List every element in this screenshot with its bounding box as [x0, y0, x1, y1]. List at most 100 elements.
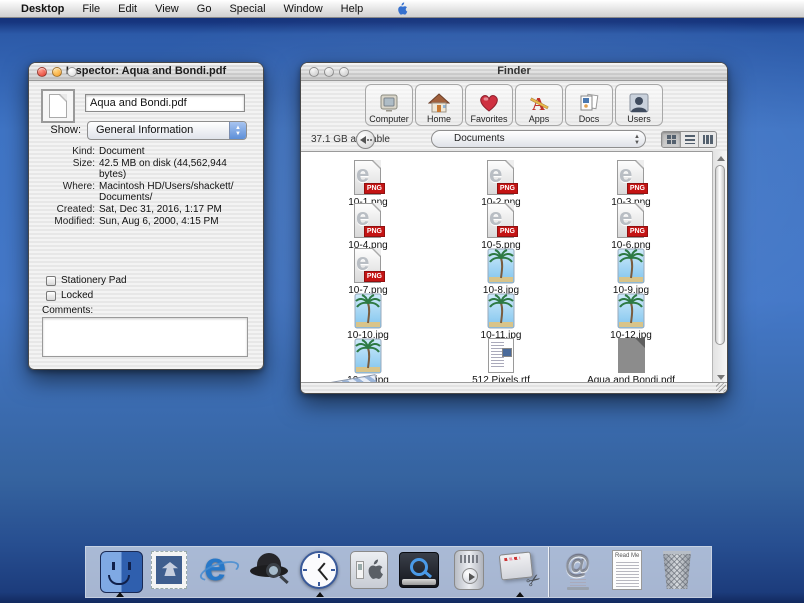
menu-go[interactable]: Go [188, 0, 221, 18]
checkbox-icon[interactable] [46, 291, 56, 301]
apple-menu-icon[interactable] [394, 2, 408, 16]
file-item[interactable]: Aqua and Bondi.pdf [576, 338, 686, 385]
dock-item-clock[interactable] [298, 547, 341, 597]
file-item[interactable]: ePNG 10-2.png [446, 160, 556, 208]
menu-help[interactable]: Help [332, 0, 373, 18]
toolbar-docs-button[interactable]: Docs [565, 84, 613, 126]
dock-item-sherlock[interactable] [248, 547, 291, 597]
column-view-button[interactable] [698, 132, 716, 147]
info-value: Macintosh HD/Users/shackett/ Documents/ [99, 181, 249, 203]
back-button[interactable] [356, 130, 375, 149]
close-button[interactable] [37, 67, 47, 77]
jpeg-palm-file-icon [350, 293, 386, 329]
dock-item-mail[interactable] [148, 547, 191, 597]
dock-item-finder[interactable] [98, 547, 141, 597]
home-icon [428, 93, 450, 113]
icon-view-button[interactable] [662, 132, 680, 147]
menu-file[interactable]: File [73, 0, 109, 18]
dock-item-trash[interactable] [656, 547, 699, 597]
window-controls [37, 67, 77, 77]
minimize-button[interactable] [52, 67, 62, 77]
info-section: Kind:Document Size:42.5 MB on disk (44,5… [29, 146, 263, 228]
dock-item-grab[interactable]: ✂ [498, 547, 541, 597]
info-value: Document [99, 146, 249, 157]
toolbar-computer-button[interactable]: Computer [365, 84, 413, 126]
file-item[interactable]: ePNG 10-3.png [576, 160, 686, 208]
docs-icon [578, 93, 600, 113]
running-indicator [516, 592, 524, 597]
toolbar-button-label: Computer [369, 114, 409, 124]
desktop: { "menu_bar": { "items": ["Desktop", "Fi… [0, 0, 804, 603]
info-label: Where: [29, 181, 99, 203]
quicktime-icon [398, 549, 441, 591]
scrollbar-thumb[interactable] [715, 165, 725, 345]
info-value: Sat, Dec 31, 2016, 1:17 PM [99, 204, 249, 215]
popup-stepper-icon: ▲▼ [229, 122, 246, 139]
file-item[interactable]: 10-10.jpg [313, 293, 423, 341]
toolbar-home-button[interactable]: Home [415, 84, 463, 126]
finder-title-bar[interactable]: Finder [301, 63, 727, 81]
location-popup-value: Documents [454, 133, 505, 144]
menu-view[interactable]: View [146, 0, 188, 18]
file-item[interactable]: ePNG 10-6.png [576, 203, 686, 251]
checkbox-icon[interactable] [46, 276, 56, 286]
jpeg-palm-file-icon [613, 248, 649, 284]
png-file-icon: ePNG [613, 203, 649, 239]
resize-grip[interactable] [716, 383, 726, 392]
file-item[interactable]: ePNG 10-5.png [446, 203, 556, 251]
finder-window: Finder Computer Home Favori [300, 62, 728, 394]
trash-icon [656, 549, 699, 591]
info-value: 42.5 MB on disk (44,562,944 bytes) [99, 158, 249, 180]
zoom-button[interactable] [339, 67, 349, 77]
toolbar-button-label: Users [627, 114, 651, 124]
mail-stamp-icon [148, 549, 191, 591]
list-view-button[interactable] [680, 132, 698, 147]
comments-textarea[interactable] [42, 317, 248, 357]
dock-item-mail-at-spring[interactable]: @ [556, 547, 599, 597]
toolbar-favorites-button[interactable]: Favorites [465, 84, 513, 126]
toolbar-button-label: Apps [529, 114, 550, 124]
filename-field[interactable]: Aqua and Bondi.pdf [85, 94, 245, 112]
dock-item-system-preferences[interactable] [348, 547, 391, 597]
running-indicator [116, 592, 124, 597]
location-popup[interactable]: Documents ▲▼ [431, 130, 646, 148]
inspector-title-bar[interactable]: Inspector: Aqua and Bondi.pdf [29, 63, 263, 81]
scroll-up-icon[interactable] [717, 156, 725, 161]
read-me-title: Read Me [613, 551, 641, 559]
running-indicator [316, 592, 324, 597]
file-item[interactable]: 10-8.jpg [446, 248, 556, 296]
popup-stepper-icon: ▲▼ [634, 134, 640, 146]
file-item[interactable]: ePNG 10-1.png [313, 160, 423, 208]
file-item[interactable]: 10-12.jpg [576, 293, 686, 341]
vertical-scrollbar[interactable] [712, 151, 727, 385]
clock-icon [298, 549, 341, 591]
sherlock-icon [248, 549, 291, 591]
minimize-button[interactable] [324, 67, 334, 77]
file-item[interactable]: 512 Pixels.rtf [446, 338, 556, 385]
jpeg-palm-file-icon [483, 293, 519, 329]
dock-item-internet-explorer[interactable]: e [198, 547, 241, 597]
file-item[interactable]: 10-9.jpg [576, 248, 686, 296]
info-label: Kind: [29, 146, 99, 157]
dock-item-read-me[interactable]: Read Me [606, 547, 649, 597]
menu-desktop[interactable]: Desktop [12, 0, 73, 18]
show-popup[interactable]: General Information ▲▼ [87, 121, 247, 140]
file-item[interactable]: 10-11.jpg [446, 293, 556, 341]
dock-item-quicktime[interactable] [398, 547, 441, 597]
finder-bottom-strip [301, 382, 727, 393]
menu-edit[interactable]: Edit [109, 0, 146, 18]
menu-special[interactable]: Special [220, 0, 274, 18]
close-button[interactable] [309, 67, 319, 77]
locked-checkbox[interactable]: Locked [46, 288, 127, 303]
zoom-button[interactable] [67, 67, 77, 77]
scroll-down-icon[interactable] [717, 375, 725, 380]
stationery-pad-checkbox[interactable]: Stationery Pad [46, 273, 127, 288]
toolbar-users-button[interactable]: Users [615, 84, 663, 126]
toolbar-apps-button[interactable]: A Apps [515, 84, 563, 126]
menu-window[interactable]: Window [275, 0, 332, 18]
file-item[interactable]: ePNG 10-4.png [313, 203, 423, 251]
available-space-text: 37.1 GB available [311, 134, 390, 145]
dock-item-music-player[interactable] [448, 547, 491, 597]
finder-file-list: ePNG 10-1.png ePNG 10-2.png ePNG 10-3.pn… [301, 151, 727, 385]
file-item[interactable]: ePNG 10-7.png [313, 248, 423, 296]
